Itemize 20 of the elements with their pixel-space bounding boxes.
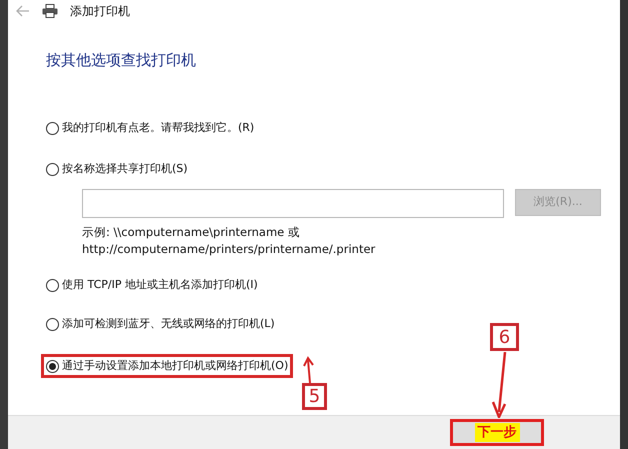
radio-button[interactable]	[46, 360, 59, 372]
option-label[interactable]: 我的打印机有点老。请帮我找到它。(R)	[62, 120, 254, 136]
window-title: 添加打印机	[70, 3, 130, 20]
example-text: http://computername/printers/printername/.printer	[82, 240, 376, 258]
radio-button[interactable]	[46, 122, 59, 134]
option-label[interactable]: 使用 TCP/IP 地址或主机名添加打印机(I)	[62, 276, 258, 294]
option-label[interactable]: 通过手动设置添加本地打印机或网络打印机(O)	[62, 358, 288, 374]
annotation-arrow	[303, 356, 315, 383]
option-label[interactable]: 按名称选择共享打印机(S)	[62, 160, 188, 178]
page-heading: 按其他选项查找打印机	[46, 50, 197, 71]
option-label[interactable]: 添加可检测到蓝牙、无线或网络的打印机(L)	[62, 316, 275, 332]
example-text: 示例: \\computername\printername 或	[82, 224, 301, 240]
radio-button[interactable]	[46, 162, 59, 176]
callout-label: 5	[302, 383, 327, 410]
radio-button[interactable]	[46, 318, 59, 330]
printer-name-field[interactable]	[82, 188, 504, 218]
printer-icon	[42, 4, 58, 18]
radio-button[interactable]	[46, 278, 59, 292]
next-button[interactable]: 下一步	[450, 419, 544, 446]
callout-label: 6	[490, 323, 519, 351]
